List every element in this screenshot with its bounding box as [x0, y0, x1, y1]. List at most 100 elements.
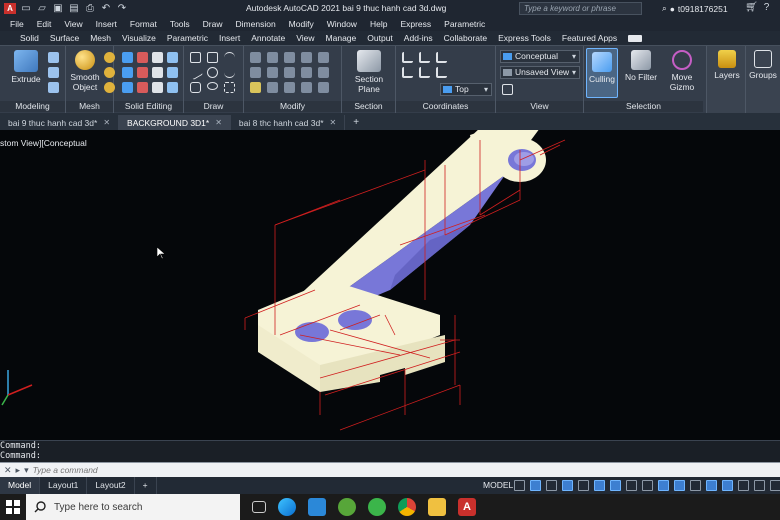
file-explorer-icon[interactable]	[428, 498, 446, 516]
ucs-icon[interactable]	[402, 52, 413, 63]
3d-mirror-icon[interactable]	[301, 82, 312, 93]
tab-manage[interactable]: Manage	[326, 33, 357, 43]
revolve-icon[interactable]	[48, 67, 59, 78]
tab-mesh[interactable]: Mesh	[90, 33, 111, 43]
annotation-visibility-icon[interactable]	[706, 480, 717, 491]
layout-tab-layout2[interactable]: Layout2	[87, 477, 135, 494]
menu-format[interactable]: Format	[130, 19, 157, 29]
tab-solid[interactable]: Solid	[20, 33, 39, 43]
grid-icon[interactable]	[514, 480, 525, 491]
redo-icon[interactable]: ↷	[116, 3, 128, 14]
circle-icon[interactable]	[207, 67, 218, 78]
auto-scale-icon[interactable]	[722, 480, 733, 491]
windows-search-box[interactable]: Type here to search	[26, 494, 240, 520]
menu-file[interactable]: File	[10, 19, 24, 29]
imprint-icon[interactable]	[137, 67, 148, 78]
windows-start-icon[interactable]	[0, 494, 26, 520]
customization-icon[interactable]	[770, 480, 780, 491]
stretch-icon[interactable]	[284, 52, 295, 63]
explode-icon[interactable]	[267, 82, 278, 93]
menu-parametric[interactable]: Parametric	[444, 19, 485, 29]
menu-express[interactable]: Express	[400, 19, 431, 29]
tab-collaborate[interactable]: Collaborate	[444, 33, 487, 43]
layout-tab-layout1[interactable]: Layout1	[40, 477, 88, 494]
copy-icon[interactable]	[267, 52, 278, 63]
shell-icon[interactable]	[152, 67, 163, 78]
save-as-icon[interactable]: ▤	[68, 3, 80, 14]
dynamic-ucs-icon[interactable]	[690, 480, 701, 491]
extract-edges-icon[interactable]	[122, 67, 133, 78]
undo-icon[interactable]: ↶	[100, 3, 112, 14]
open-folder-icon[interactable]: ▱	[36, 3, 48, 14]
ucs-y-icon[interactable]	[419, 67, 430, 78]
ribbon-minimize-icon[interactable]	[628, 34, 643, 42]
ucs-view-dropdown[interactable]: Top	[440, 83, 492, 96]
culling-button[interactable]: Culling	[586, 48, 618, 98]
print-icon[interactable]: ⎙	[84, 3, 96, 14]
edge-icon[interactable]	[278, 498, 296, 516]
ucs-x-icon[interactable]	[402, 67, 413, 78]
section-plane-button[interactable]: Section Plane	[350, 50, 388, 94]
visual-style-dropdown[interactable]: Conceptual	[500, 50, 580, 63]
subtract-icon[interactable]	[137, 52, 148, 63]
close-icon[interactable]: ✕	[103, 118, 110, 127]
selection-cycling-icon[interactable]	[658, 480, 669, 491]
rectangle-icon[interactable]	[207, 52, 218, 63]
separate-icon[interactable]	[167, 67, 178, 78]
save-icon[interactable]: ▣	[52, 3, 64, 14]
object-snap-tracking-icon[interactable]	[594, 480, 605, 491]
recent-commands-icon[interactable]: ▾	[24, 465, 29, 476]
drawing-viewport[interactable]: stom View][Conceptual	[0, 130, 780, 440]
array-icon[interactable]	[301, 67, 312, 78]
panel-label-modeling[interactable]: Modeling	[0, 101, 65, 112]
panel-label-section[interactable]: Section	[342, 101, 395, 112]
menu-draw[interactable]: Draw	[203, 19, 223, 29]
tab-annotate[interactable]: Annotate	[251, 33, 285, 43]
tab-view[interactable]: View	[296, 33, 314, 43]
tab-express-tools[interactable]: Express Tools	[498, 33, 551, 43]
panel-label-draw[interactable]: Draw	[184, 101, 243, 112]
new-tab-icon[interactable]: +	[345, 115, 367, 130]
tab-visualize[interactable]: Visualize	[122, 33, 156, 43]
ortho-icon[interactable]	[546, 480, 557, 491]
panel-label-view[interactable]: View	[496, 101, 583, 112]
fillet-edge-icon[interactable]	[122, 82, 133, 93]
polyline-icon[interactable]	[190, 52, 201, 63]
ucs-z-icon[interactable]	[436, 67, 447, 78]
customize-command-icon[interactable]: ▸	[16, 465, 21, 476]
close-icon[interactable]: ✕	[215, 118, 222, 127]
ucs-3point-icon[interactable]	[436, 52, 447, 63]
3d-object-snap-icon[interactable]	[674, 480, 685, 491]
layout-tab-model[interactable]: Model	[0, 477, 41, 494]
snap-icon[interactable]	[530, 480, 541, 491]
command-input[interactable]	[32, 465, 333, 475]
scissors-app-icon[interactable]	[338, 498, 356, 516]
scale-icon[interactable]	[284, 67, 295, 78]
layers-button[interactable]: Layers	[709, 50, 745, 80]
intersect-icon[interactable]	[152, 52, 163, 63]
task-view-icon[interactable]	[252, 501, 266, 513]
union-icon[interactable]	[122, 52, 133, 63]
extrude-button[interactable]: Extrude	[8, 50, 44, 84]
sweep-icon[interactable]	[48, 82, 59, 93]
slice-icon[interactable]	[167, 52, 178, 63]
smooth-object-button[interactable]: Smooth Object	[68, 50, 102, 92]
tab-parametric[interactable]: Parametric	[167, 33, 208, 43]
add-layout-icon[interactable]: +	[135, 477, 157, 494]
coccoc-browser-icon[interactable]	[368, 498, 386, 516]
offset-edge-icon[interactable]	[152, 82, 163, 93]
rotate-icon[interactable]	[318, 52, 329, 63]
store-icon[interactable]	[308, 498, 326, 516]
mirror-icon[interactable]	[301, 52, 312, 63]
move-gizmo-button[interactable]: Move Gizmo	[664, 50, 700, 92]
menu-insert[interactable]: Insert	[96, 19, 117, 29]
chamfer-edge-icon[interactable]	[137, 82, 148, 93]
spline-icon[interactable]	[224, 67, 235, 78]
new-file-icon[interactable]: ▭	[20, 3, 32, 14]
autocad-taskbar-icon[interactable]: A	[458, 498, 476, 516]
tab-surface[interactable]: Surface	[50, 33, 79, 43]
file-tab[interactable]: bai 8 thc hanh cad 3d* ✕	[231, 115, 346, 130]
box-icon[interactable]	[48, 52, 59, 63]
trim-icon[interactable]	[267, 67, 278, 78]
groups-button[interactable]: Groups	[746, 50, 780, 80]
